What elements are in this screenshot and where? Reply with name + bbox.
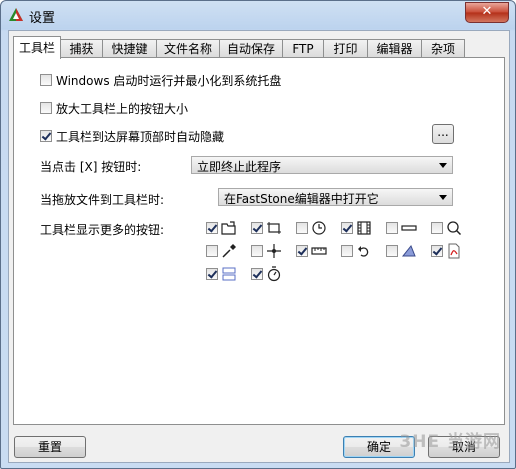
- extra-buttons-label: 工具栏显示更多的按钮:: [40, 223, 165, 237]
- magnifier-button-checkbox[interactable]: [431, 222, 443, 234]
- color-picker-icon: [222, 244, 236, 258]
- tab-ftp[interactable]: FTP: [282, 39, 324, 58]
- tab-capture[interactable]: 捕获: [60, 39, 103, 58]
- toolbar-settings-panel: Windows 启动时运行并最小化到系统托盘 放大工具栏上的按钮大小 工具栏到达…: [13, 57, 505, 425]
- tab-autosave[interactable]: 自动保存: [219, 39, 283, 58]
- magnifier-icon: [447, 221, 462, 236]
- ruler-icon: [311, 247, 327, 255]
- title-bar[interactable]: 设置 ✕: [1, 1, 515, 29]
- startup-tray-label: Windows 启动时运行并最小化到系统托盘: [56, 74, 282, 88]
- tab-hotkeys[interactable]: 快捷键: [102, 39, 157, 58]
- crop-icon: [267, 222, 281, 234]
- color-picker-button-checkbox[interactable]: [206, 245, 218, 257]
- chevron-down-icon: [439, 195, 447, 200]
- open-folder-icon: [221, 221, 236, 235]
- tab-toolbar[interactable]: 工具栏: [13, 36, 61, 59]
- timer-button-checkbox[interactable]: [251, 268, 263, 280]
- screen-recorder-icon: [222, 267, 236, 281]
- settings-window: 设置 ✕ 工具栏 捕获 快捷键 文件名称 自动保存 FTP 打印 编辑器 杂项 …: [0, 0, 516, 469]
- eraser-button-checkbox[interactable]: [386, 245, 398, 257]
- tab-editor[interactable]: 编辑器: [367, 39, 422, 58]
- dialog-body: 工具栏 捕获 快捷键 文件名称 自动保存 FTP 打印 编辑器 杂项 Windo…: [8, 30, 510, 463]
- screen-recorder-button-checkbox[interactable]: [206, 268, 218, 280]
- film-icon: [357, 221, 371, 235]
- drop-action-value: 在FastStone编辑器中打开它: [224, 192, 379, 206]
- drop-action-label: 当拖放文件到工具栏时:: [40, 193, 165, 207]
- reset-button[interactable]: 重置: [14, 436, 86, 458]
- pdf-icon: [448, 243, 460, 259]
- close-action-value: 立即终止此程序: [197, 160, 282, 174]
- timer-icon: [267, 266, 281, 282]
- auto-hide-label: 工具栏到达屏幕顶部时自动隐藏: [56, 130, 225, 144]
- faststone-app-icon: [9, 8, 23, 21]
- ruler-button-checkbox[interactable]: [296, 245, 308, 257]
- highlight-bar-button-checkbox[interactable]: [386, 222, 398, 234]
- tab-filename[interactable]: 文件名称: [156, 39, 220, 58]
- film-button-checkbox[interactable]: [341, 222, 353, 234]
- clock-button-checkbox[interactable]: [296, 222, 308, 234]
- clock-icon: [312, 221, 326, 235]
- tab-print[interactable]: 打印: [323, 39, 368, 58]
- close-button[interactable]: ✕: [465, 2, 509, 23]
- drop-action-select[interactable]: 在FastStone编辑器中打开它: [218, 188, 453, 206]
- crop-button-checkbox[interactable]: [251, 222, 263, 234]
- enlarge-buttons-label: 放大工具栏上的按钮大小: [56, 102, 189, 116]
- tab-misc[interactable]: 杂项: [421, 39, 465, 58]
- close-action-select[interactable]: 立即终止此程序: [191, 156, 453, 174]
- startup-tray-checkbox[interactable]: [40, 74, 52, 86]
- chevron-down-icon: [439, 163, 447, 168]
- undo-arrow-icon: [358, 246, 369, 257]
- close-action-label: 当点击 [X] 按钮时:: [40, 160, 142, 174]
- eraser-icon: [401, 245, 416, 257]
- auto-hide-settings-button[interactable]: ...: [432, 124, 454, 144]
- open-folder-button-checkbox[interactable]: [206, 222, 218, 234]
- window-title: 设置: [29, 11, 56, 26]
- highlight-bar-icon: [401, 225, 417, 231]
- auto-hide-checkbox[interactable]: [40, 130, 52, 142]
- crosshair-button-checkbox[interactable]: [251, 245, 263, 257]
- undo-arrow-button-checkbox[interactable]: [341, 245, 353, 257]
- pdf-button-checkbox[interactable]: [431, 245, 443, 257]
- enlarge-buttons-checkbox[interactable]: [40, 102, 52, 114]
- crosshair-icon: [267, 244, 281, 258]
- site-watermark: 3HE 当游网: [399, 432, 501, 452]
